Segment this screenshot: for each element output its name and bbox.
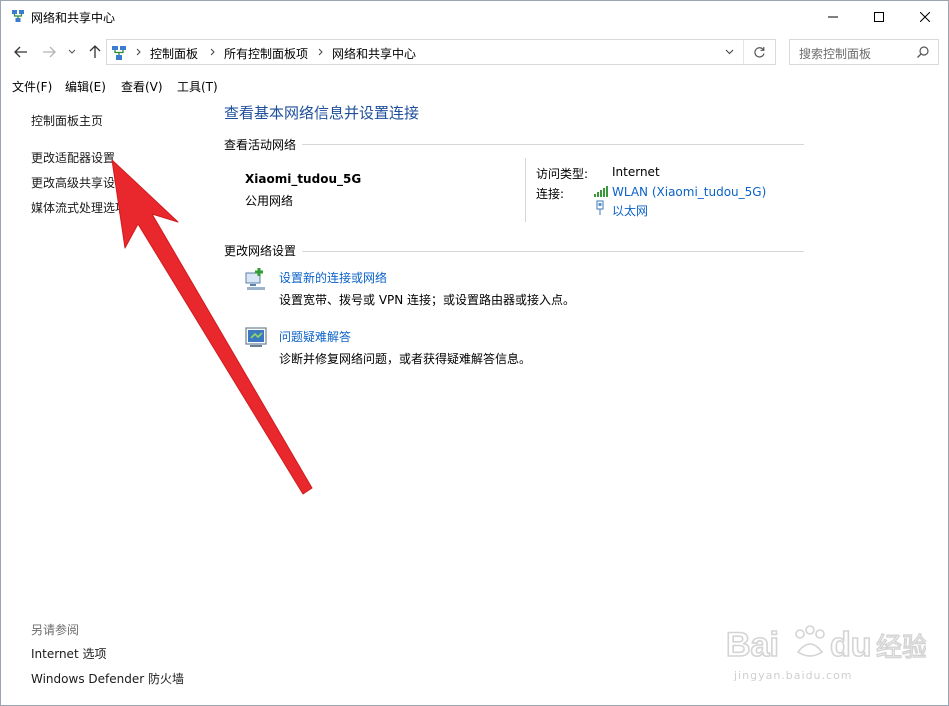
task-link-new-connection[interactable]: 设置新的连接或网络 [279, 269, 387, 286]
section-divider [302, 144, 804, 145]
menu-view[interactable]: 查看(V) [121, 78, 163, 95]
search-box[interactable]: 搜索控制面板 [789, 39, 939, 65]
menu-edit[interactable]: 编辑(E) [65, 78, 106, 95]
network-icon [12, 10, 24, 22]
access-type-value: Internet [612, 165, 660, 179]
see-also-internet-options[interactable]: Internet 选项 [31, 645, 106, 662]
search-icon [917, 46, 929, 58]
connections-label: 连接: [536, 187, 565, 201]
ethernet-icon [596, 200, 604, 215]
network-name: Xiaomi_tudou_5G [245, 172, 362, 186]
back-button[interactable] [11, 42, 31, 62]
svg-text:经验: 经验 [876, 633, 926, 663]
task-desc-troubleshoot: 诊断并修复网络问题，或者获得疑难解答信息。 [279, 352, 532, 366]
network-divider [525, 158, 526, 222]
close-icon [920, 11, 930, 22]
sidebar-link-media-streaming[interactable]: 媒体流式处理选项 [31, 199, 127, 216]
breadcrumb-network-center[interactable]: 网络和共享中心 [332, 45, 416, 62]
breadcrumb-all-items[interactable]: 所有控制面板项 [224, 45, 308, 62]
watermark-url: jingyan.baidu.com [734, 669, 853, 682]
new-connection-icon [245, 268, 265, 290]
search-input[interactable]: 搜索控制面板 [799, 45, 871, 62]
arrow-right-icon [43, 46, 56, 58]
connection-ethernet-link[interactable]: 以太网 [612, 202, 648, 219]
minimize-icon [828, 16, 838, 17]
refresh-icon [754, 46, 765, 58]
window: 网络和共享中心 控制面板 所有控制面板项 网络和共享中心 搜索控制面板 文件(F… [0, 0, 949, 706]
network-category[interactable]: 公用网络 [245, 192, 293, 209]
chevron-right-icon[interactable] [133, 46, 143, 58]
chevron-right-icon[interactable] [207, 46, 217, 58]
arrow-left-icon [14, 46, 27, 58]
svg-text:du: du [830, 626, 872, 664]
page-title: 查看基本网络信息并设置连接 [224, 104, 420, 122]
title-bar: 网络和共享中心 [1, 1, 948, 32]
address-bar[interactable]: 控制面板 所有控制面板项 网络和共享中心 [106, 39, 776, 65]
chevron-down-icon [68, 49, 76, 54]
active-networks-heading: 查看活动网络 [224, 138, 297, 152]
breadcrumb-control-panel[interactable]: 控制面板 [150, 45, 198, 62]
menu-tools[interactable]: 工具(T) [177, 78, 218, 95]
svg-text:Bai: Bai [726, 626, 779, 664]
control-panel-icon [112, 46, 126, 60]
forward-button[interactable] [39, 42, 59, 62]
navigation-bar: 控制面板 所有控制面板项 网络和共享中心 搜索控制面板 [1, 34, 948, 70]
address-history-button[interactable] [717, 40, 741, 64]
sidebar-link-control-panel-home[interactable]: 控制面板主页 [31, 112, 103, 129]
maximize-button[interactable] [856, 1, 902, 32]
see-also-firewall[interactable]: Windows Defender 防火墙 [31, 670, 184, 687]
close-button[interactable] [902, 1, 948, 32]
task-desc-new-connection: 设置宽带、拨号或 VPN 连接；或设置路由器或接入点。 [279, 293, 576, 307]
arrow-up-icon [89, 45, 101, 58]
window-title: 网络和共享中心 [31, 11, 116, 25]
maximize-icon [874, 11, 884, 22]
sidebar-link-advanced-sharing[interactable]: 更改高级共享设置 [31, 174, 127, 191]
wifi-signal-icon [594, 186, 608, 197]
section-divider [302, 251, 804, 252]
menu-bar: 文件(F) 编辑(E) 查看(V) 工具(T) [1, 74, 948, 98]
main-content: 查看基本网络信息并设置连接 查看活动网络 Xiaomi_tudou_5G 公用网… [224, 98, 824, 598]
menu-file[interactable]: 文件(F) [12, 78, 52, 95]
access-type-label: 访问类型: [536, 167, 589, 181]
up-button[interactable] [85, 42, 105, 62]
chevron-right-icon[interactable] [315, 46, 325, 58]
chevron-down-icon [725, 49, 733, 55]
minimize-button[interactable] [810, 1, 856, 32]
recent-locations-button[interactable] [65, 42, 79, 62]
sidebar: 控制面板主页 更改适配器设置 更改高级共享设置 媒体流式处理选项 另请参阅 In… [1, 98, 216, 705]
change-settings-heading: 更改网络设置 [224, 244, 297, 258]
connection-wlan-link[interactable]: WLAN (Xiaomi_tudou_5G) [612, 185, 766, 199]
task-link-troubleshoot[interactable]: 问题疑难解答 [279, 328, 351, 345]
see-also-label: 另请参阅 [31, 623, 80, 637]
troubleshoot-icon [245, 327, 267, 347]
refresh-button[interactable] [743, 40, 775, 64]
sidebar-link-change-adapter-settings[interactable]: 更改适配器设置 [31, 149, 115, 166]
